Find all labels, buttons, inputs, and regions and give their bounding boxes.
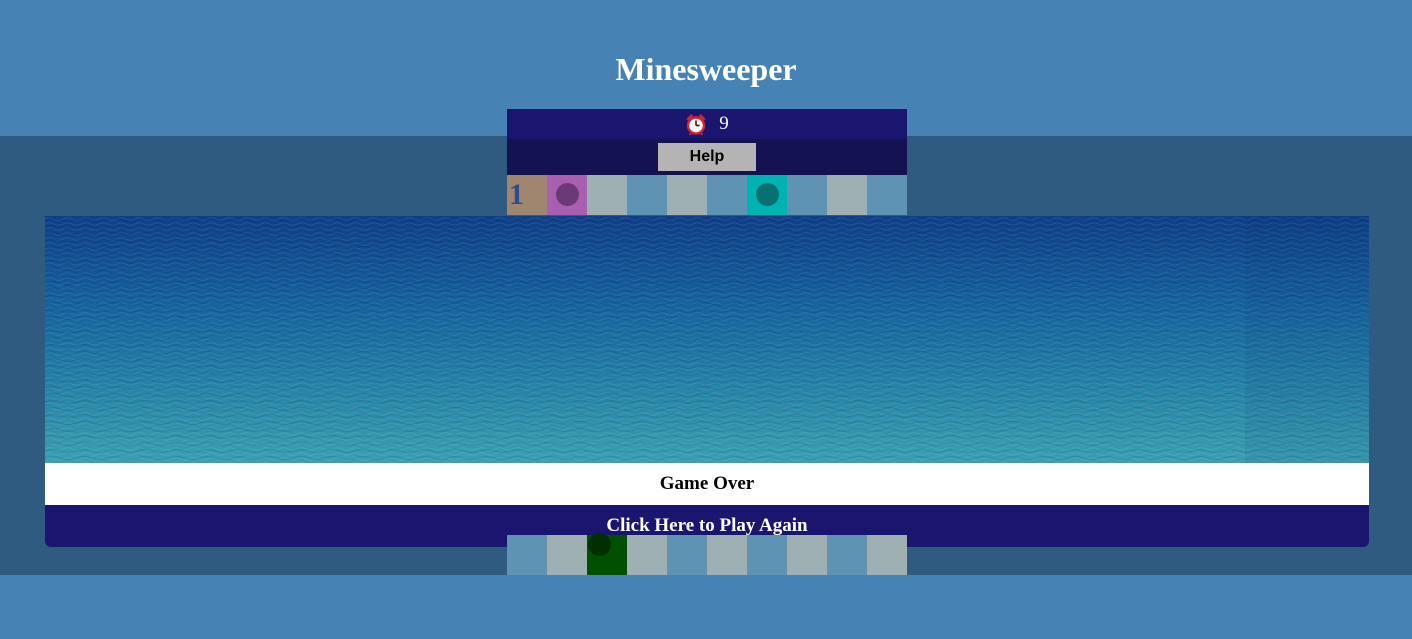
board-cell[interactable]	[507, 535, 547, 575]
board-cell[interactable]	[747, 175, 787, 215]
cell-number: 1	[509, 178, 524, 211]
board-cell[interactable]: 1	[507, 175, 547, 215]
mine-icon	[588, 533, 611, 556]
alarm-clock-icon	[685, 113, 707, 136]
board-cell[interactable]	[787, 175, 827, 215]
page-title: Minesweeper	[615, 51, 797, 87]
timer-value: 9	[719, 113, 729, 134]
board-cell[interactable]	[827, 535, 867, 575]
board-cell[interactable]	[547, 175, 587, 215]
help-button[interactable]: Help	[658, 143, 756, 171]
board-cell[interactable]	[867, 175, 907, 215]
timer-bar: 9	[507, 109, 907, 139]
board-row-top: 1	[507, 175, 907, 215]
help-bar: Help	[507, 139, 907, 175]
board-cell[interactable]	[667, 535, 707, 575]
board-row-bottom	[507, 533, 907, 575]
board-cell[interactable]	[707, 175, 747, 215]
board-cell[interactable]	[867, 535, 907, 575]
board-cell[interactable]	[587, 175, 627, 215]
board-cell[interactable]	[747, 535, 787, 575]
board-cell[interactable]	[547, 535, 587, 575]
ocean-overlay-image	[45, 216, 1369, 463]
mine-icon	[755, 183, 779, 206]
board-cell[interactable]	[587, 533, 627, 575]
board-cell[interactable]	[627, 535, 667, 575]
board-cell[interactable]	[667, 175, 707, 215]
game-over-banner: Game Over	[45, 463, 1369, 505]
board-cell[interactable]	[827, 175, 867, 215]
board-cell[interactable]	[787, 535, 827, 575]
mine-icon	[555, 183, 579, 206]
board-cell[interactable]	[627, 175, 667, 215]
board-cell[interactable]	[707, 535, 747, 575]
